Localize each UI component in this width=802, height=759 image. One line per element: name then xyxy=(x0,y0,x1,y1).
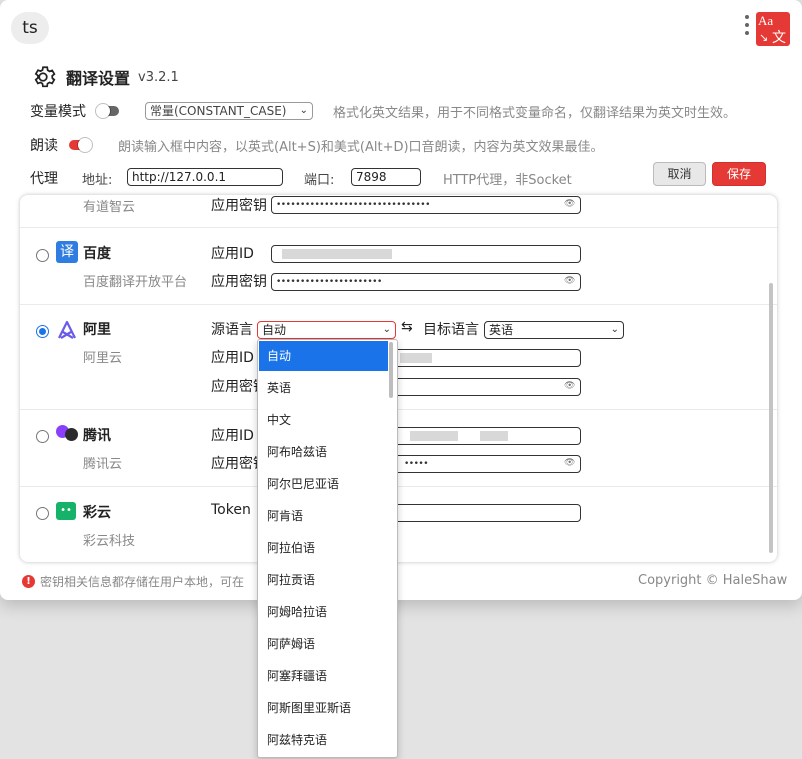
gear-icon xyxy=(34,66,56,88)
settings-header: 翻译设置 v3.2.1 xyxy=(30,64,179,90)
dropdown-option[interactable]: 英语 xyxy=(259,373,388,403)
proxy-address-input[interactable]: http://127.0.0.1 xyxy=(127,168,283,186)
provider-caiyun-name: 彩云 xyxy=(83,505,111,521)
logo-text: Aa xyxy=(758,13,774,28)
read-aloud-hint: 朗读输入框中内容，以英式(Alt+S)和美式(Alt+D)口音朗读，内容为英文效… xyxy=(118,140,604,155)
save-button[interactable]: 保存 xyxy=(712,162,766,186)
more-menu-icon[interactable] xyxy=(744,15,750,43)
baidu-key-label: 应用密钥 xyxy=(211,274,267,290)
read-aloud-row: 朗读 xyxy=(30,135,92,155)
dropdown-option[interactable]: 中文 xyxy=(259,405,388,435)
dropdown-option[interactable]: 阿拉贡语 xyxy=(259,565,388,595)
caiyun-token-label: Token xyxy=(211,502,251,518)
dropdown-option[interactable]: 阿萨姆语 xyxy=(259,629,388,659)
provider-youdao-name: 有道智云 xyxy=(83,200,136,215)
eye-off-icon[interactable]: 👁 xyxy=(564,199,578,209)
variable-mode-select[interactable]: 常量(CONSTANT_CASE) ⌄ xyxy=(145,102,313,120)
variable-mode-hint: 格式化英文结果，用于不同格式变量命名，仅翻译结果为英文时生效。 xyxy=(333,106,737,121)
storage-notice-text: 密钥相关信息都存储在用户本地，可在 xyxy=(40,575,245,589)
read-aloud-label: 朗读 xyxy=(30,138,58,154)
provider-list-scrollbar[interactable] xyxy=(769,283,773,553)
proxy-port-label: 端口: xyxy=(304,173,335,188)
proxy-port-input[interactable]: 7898 xyxy=(351,168,421,186)
provider-baidu-name: 百度 xyxy=(83,246,111,262)
eye-off-icon[interactable]: 👁 xyxy=(564,276,578,286)
provider-tencent-name: 腾讯 xyxy=(83,428,111,444)
target-language-select[interactable]: 英语 ⌄ xyxy=(484,321,624,339)
source-language-select[interactable]: 自动 ⌄ xyxy=(257,321,396,339)
logo-arrow-icon: ↘ xyxy=(759,31,769,44)
dropdown-option[interactable]: 阿布哈兹语 xyxy=(259,437,388,467)
copyright-link[interactable]: Copyright © HaleShaw xyxy=(638,573,787,588)
baidu-appid-label: 应用ID xyxy=(211,246,254,262)
variable-mode-toggle[interactable] xyxy=(96,104,119,118)
translate-input[interactable]: ts xyxy=(11,12,49,44)
source-language-value: 自动 xyxy=(262,323,287,337)
cancel-button[interactable]: 取消 xyxy=(653,162,706,186)
youdao-key-label: 应用密钥 xyxy=(211,198,267,214)
target-language-label: 目标语言 xyxy=(423,322,479,338)
baidu-appid-input[interactable] xyxy=(271,245,581,263)
dropdown-option[interactable]: 阿兹特克语 xyxy=(259,725,388,755)
ali-appid-label: 应用ID xyxy=(211,350,254,366)
variable-mode-row: 变量模式 xyxy=(30,101,119,121)
target-language-value: 英语 xyxy=(489,323,514,337)
proxy-hint: HTTP代理，非Socket xyxy=(443,173,572,188)
dropdown-option[interactable]: 自动 xyxy=(259,341,388,371)
source-language-label: 源语言 xyxy=(211,322,253,338)
variable-mode-value: 常量(CONSTANT_CASE) xyxy=(150,104,287,118)
caiyun-icon: •• xyxy=(56,502,76,520)
proxy-addr-label: 地址: xyxy=(82,173,113,188)
source-language-dropdown[interactable]: 自动 英语 中文 阿布哈兹语 阿尔巴尼亚语 阿肯语 阿拉伯语 阿拉贡语 阿姆哈拉… xyxy=(257,339,398,758)
read-aloud-toggle[interactable] xyxy=(69,138,92,152)
chevron-down-icon: ⌄ xyxy=(382,324,391,335)
provider-tencent-radio[interactable] xyxy=(36,430,49,443)
eye-off-icon[interactable]: 👁 xyxy=(564,458,578,468)
dropdown-option[interactable]: 阿拉伯语 xyxy=(259,533,388,563)
provider-tencent-sub: 腾讯云 xyxy=(83,457,123,472)
provider-baidu-radio[interactable] xyxy=(36,249,49,262)
provider-ali-name: 阿里 xyxy=(83,322,111,338)
dropdown-option[interactable]: 阿肯语 xyxy=(259,501,388,531)
provider-ali-sub: 阿里云 xyxy=(83,351,123,366)
logo-char: 文 xyxy=(772,30,786,46)
app-window: ts Aa ↘ 文 翻译设置 v3.2.1 变量模式 常量(CONSTANT_C… xyxy=(0,0,802,600)
dropdown-option[interactable]: 阿尔巴尼亚语 xyxy=(259,469,388,499)
baidu-key-input[interactable]: •••••••••••••••••••••• 👁 xyxy=(271,273,581,291)
chevron-down-icon: ⌄ xyxy=(610,324,619,335)
provider-caiyun-sub: 彩云科技 xyxy=(83,534,136,549)
storage-notice: ! 密钥相关信息都存储在用户本地，可在 xyxy=(22,573,244,590)
dropdown-option[interactable]: 阿塞拜疆语 xyxy=(259,661,388,691)
dropdown-option[interactable]: 阿斯图里亚斯语 xyxy=(259,693,388,723)
aliyun-icon xyxy=(58,320,76,339)
youdao-key-input[interactable]: •••••••••••••••••••••••••••••••• 👁 xyxy=(271,196,581,214)
dropdown-scrollbar[interactable] xyxy=(389,342,393,398)
provider-ali-radio[interactable] xyxy=(36,325,49,338)
app-logo: Aa ↘ 文 xyxy=(756,12,790,46)
version-label: v3.2.1 xyxy=(138,69,179,85)
provider-caiyun-radio[interactable] xyxy=(36,507,49,520)
provider-baidu-sub: 百度翻译开放平台 xyxy=(83,275,188,290)
proxy-label: 代理 xyxy=(30,171,58,187)
eye-off-icon[interactable]: 👁 xyxy=(564,381,578,391)
swap-language-icon[interactable]: ⇆ xyxy=(401,319,413,335)
tencent-icon xyxy=(56,425,78,443)
tencent-appid-label: 应用ID xyxy=(211,428,254,444)
variable-mode-label: 变量模式 xyxy=(30,104,86,120)
provider-list: 有道智云 应用密钥 ••••••••••••••••••••••••••••••… xyxy=(20,195,777,562)
baidu-translate-icon: 译 xyxy=(56,241,78,263)
settings-title: 翻译设置 xyxy=(66,69,131,88)
dropdown-option[interactable]: 阿姆哈拉语 xyxy=(259,597,388,627)
chevron-down-icon: ⌄ xyxy=(299,105,308,116)
info-icon: ! xyxy=(22,575,35,588)
